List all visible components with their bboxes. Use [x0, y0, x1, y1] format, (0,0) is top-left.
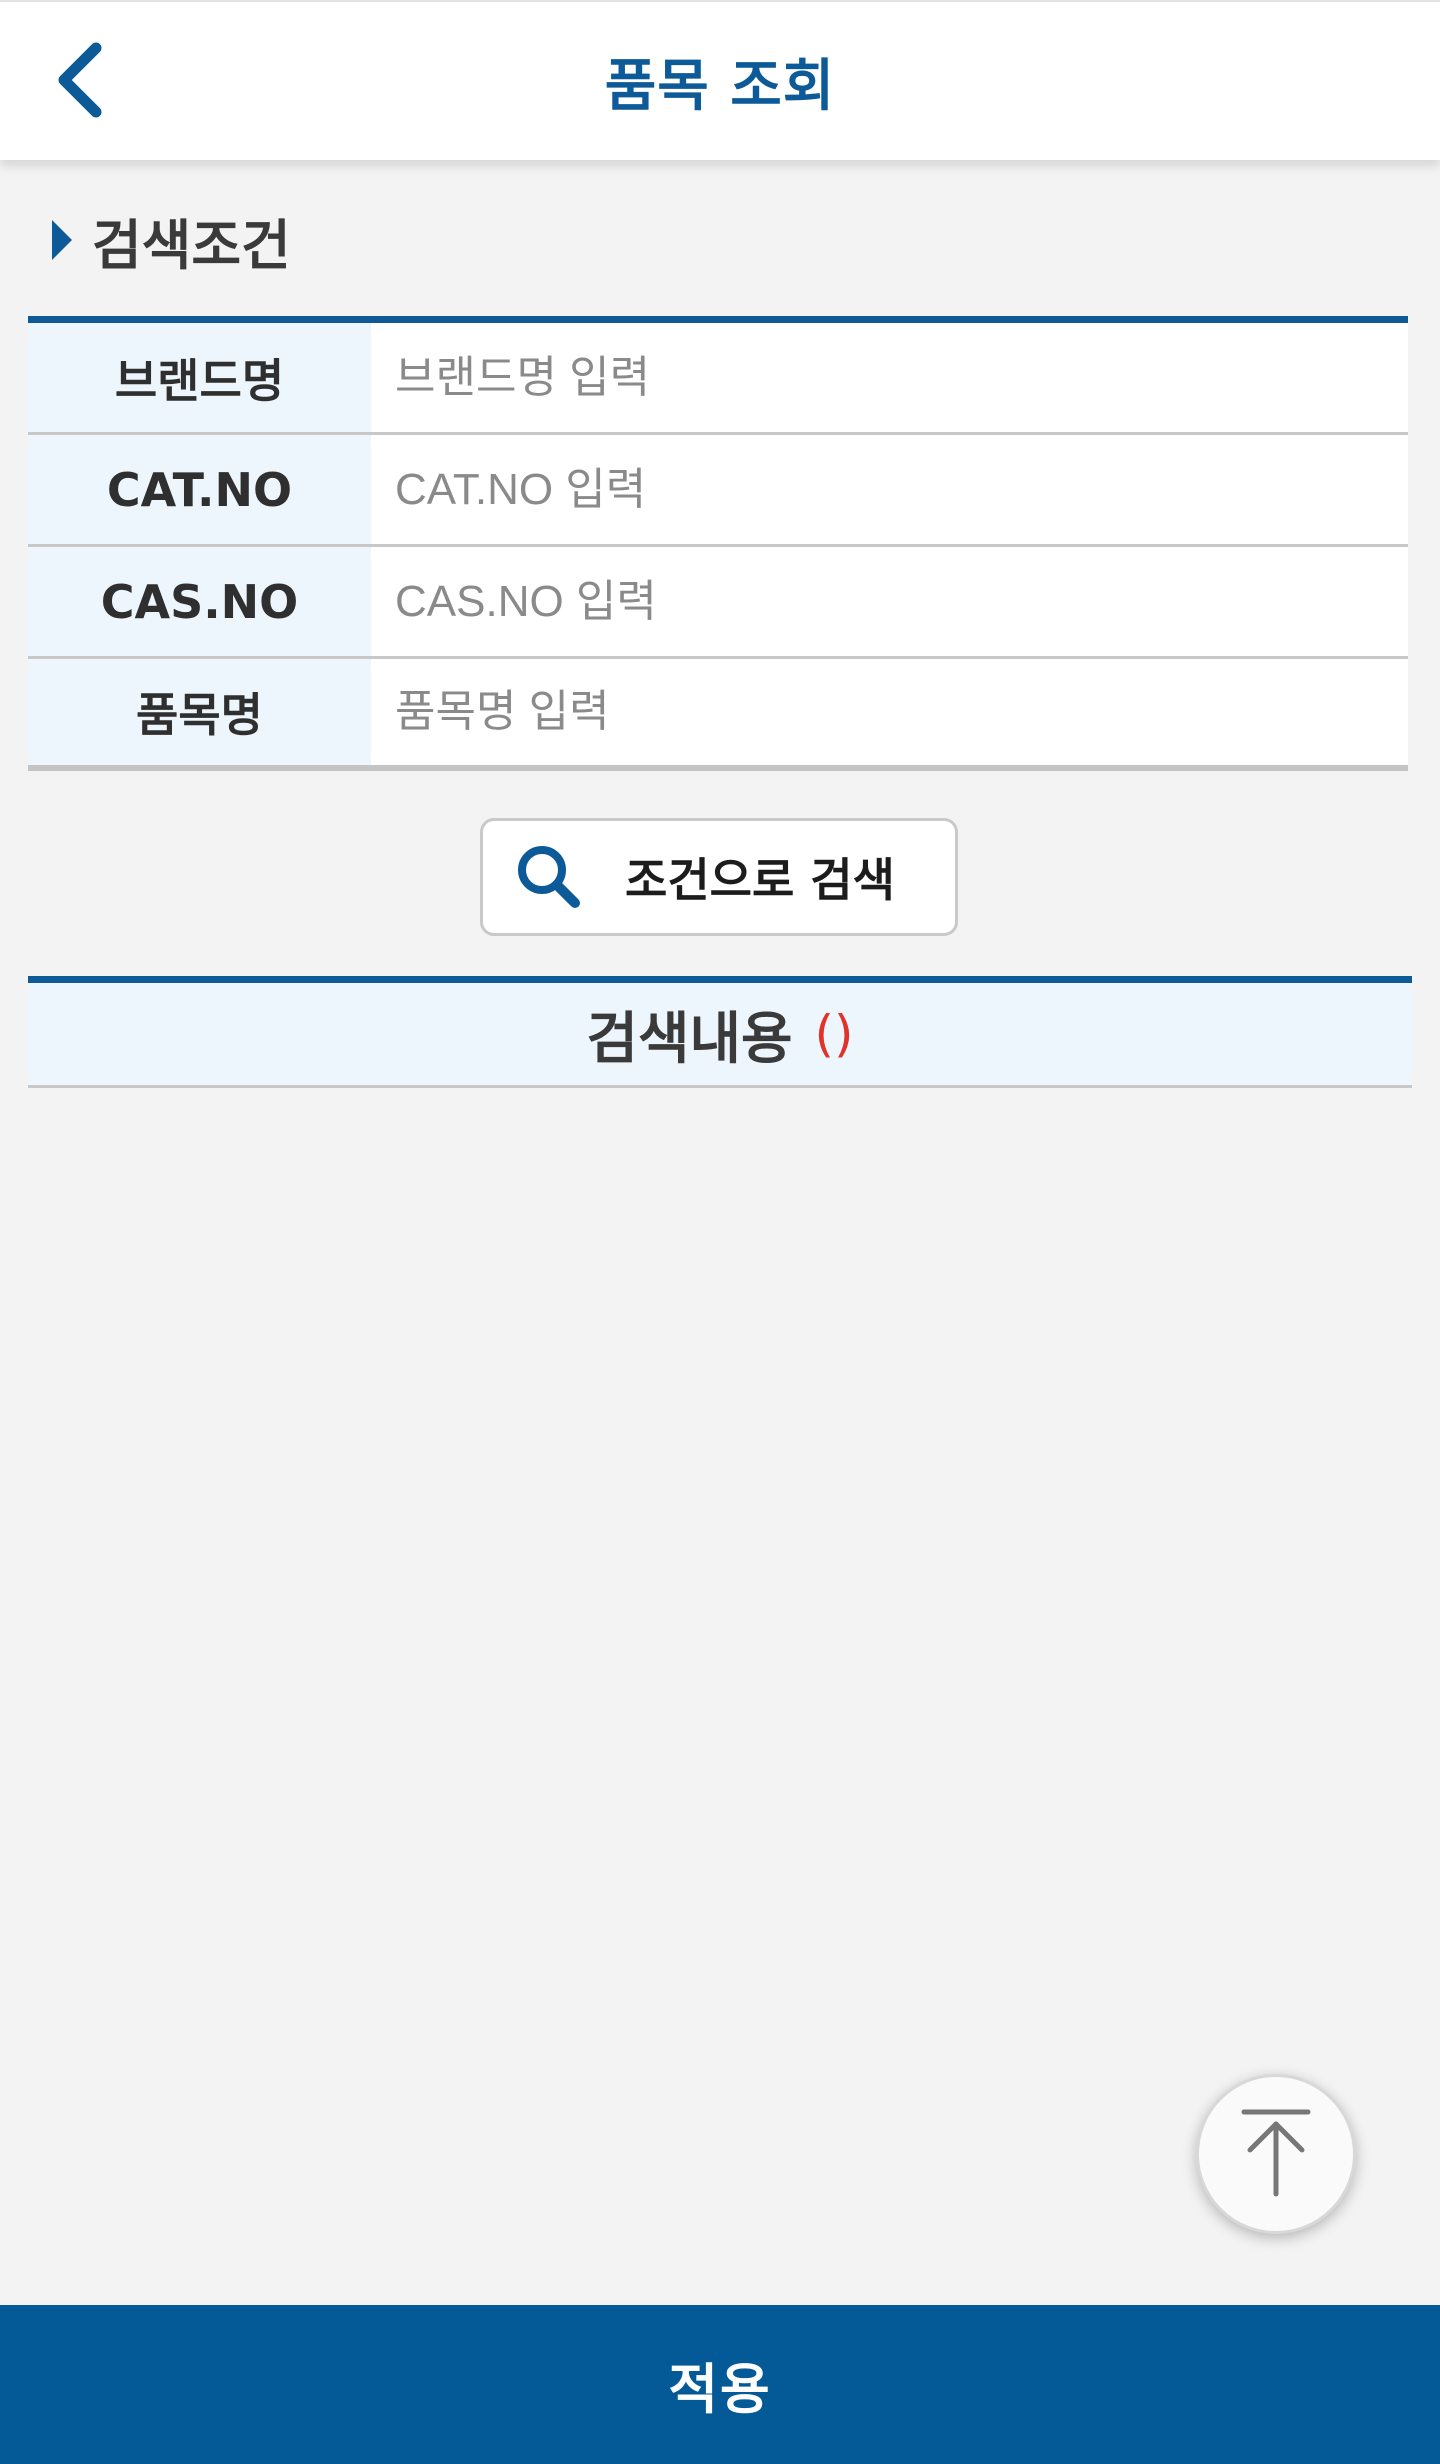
search-button-label: 조건으로 검색	[625, 853, 895, 907]
form-row-brand: 브랜드명	[28, 323, 1408, 435]
search-by-conditions-button[interactable]: 조건으로 검색	[480, 818, 958, 936]
app-header: 품목 조회	[0, 0, 1440, 160]
section-title: 검색조건	[92, 213, 291, 277]
back-button[interactable]	[40, 32, 120, 132]
apply-button[interactable]: 적용	[0, 2305, 1440, 2464]
search-conditions-heading: 검색조건	[50, 205, 291, 277]
brand-input[interactable]	[371, 323, 1408, 432]
cas-no-input[interactable]	[371, 547, 1408, 656]
arrow-up-to-top-icon	[1236, 2104, 1316, 2204]
item-name-input[interactable]	[371, 659, 1408, 765]
form-row-cas-no: CAS.NO	[28, 547, 1408, 659]
scroll-to-top-button[interactable]	[1196, 2074, 1356, 2234]
results-count: ()	[814, 1005, 854, 1063]
form-row-cat-no: CAT.NO	[28, 435, 1408, 547]
triangle-right-icon	[50, 218, 74, 262]
page-title: 품목 조회	[604, 53, 836, 119]
cat-no-label: CAT.NO	[28, 435, 371, 544]
brand-label: 브랜드명	[28, 323, 371, 432]
search-form: 브랜드명 CAT.NO CAS.NO 품목명	[28, 316, 1408, 771]
results-header: 검색내용 ()	[28, 976, 1412, 1088]
results-title: 검색내용	[586, 1006, 793, 1072]
form-row-item-name: 품목명	[28, 659, 1408, 771]
cas-no-label: CAS.NO	[28, 547, 371, 656]
cat-no-input[interactable]	[371, 435, 1408, 544]
chevron-left-icon	[52, 40, 108, 124]
item-name-label: 품목명	[28, 659, 371, 765]
search-icon	[513, 841, 585, 913]
